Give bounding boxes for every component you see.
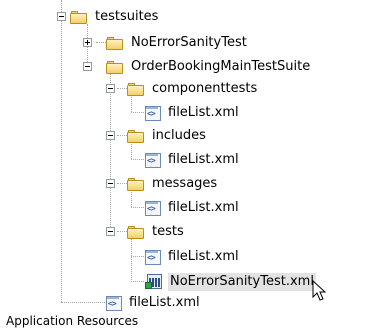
folder-icon [127,129,145,143]
tree-guide [131,237,132,282]
tree-item-file[interactable]: <> fileList.xml [145,247,241,267]
tree-item-order-booking-main-test-suite[interactable]: OrderBookingMainTestSuite [106,57,312,77]
tree-item-no-error-sanity-test[interactable]: NoErrorSanityTest [106,33,249,53]
collapse-toggle-icon[interactable] [106,227,115,236]
tree-guide [61,20,62,302]
tree-item-label: fileList.xml [168,152,239,167]
application-resources-header[interactable]: Application Resources [0,314,365,328]
collapse-toggle-icon[interactable] [106,179,115,188]
tree-item-componenttests[interactable]: componenttests [127,79,259,99]
tree-item-label: NoErrorSanityTest.xml [168,273,316,291]
tree-item-label: fileList.xml [129,295,200,310]
tree-item-file[interactable]: <> fileList.xml [145,150,241,170]
tree-guide [110,70,111,235]
folder-icon [106,36,124,50]
folder-icon [127,82,145,96]
tree-item-tests[interactable]: tests [127,222,186,242]
tree-guide [117,135,127,136]
tree-guide [131,112,144,113]
section-label: Application Resources [6,314,139,328]
tree-item-label: fileList.xml [168,105,239,120]
collapse-toggle-icon[interactable] [83,62,92,71]
mouse-cursor-icon [312,280,327,301]
xml-file-icon: <> [145,105,161,121]
folder-icon [127,177,145,191]
tree-item-label: NoErrorSanityTest [131,35,247,50]
xml-file-icon: <> [145,249,161,265]
tree-item-messages[interactable]: messages [127,174,219,194]
tree-item-file[interactable]: <> fileList.xml [106,293,202,313]
tree-item-testsuites[interactable]: testsuites [70,7,160,27]
tree-item-label: messages [152,176,218,191]
tree-guide [131,207,144,208]
tree-item-label: includes [152,128,206,143]
tree-guide [131,256,144,257]
tree-item-file[interactable]: <> fileList.xml [145,198,241,218]
tree-item-label: OrderBookingMainTestSuite [131,59,311,74]
tree-item-label: componenttests [152,81,258,96]
tree-item-includes[interactable]: includes [127,126,208,146]
xml-file-icon: <> [106,295,122,311]
tree-guide [117,88,127,89]
folder-icon [106,60,124,74]
tree-guide [96,42,106,43]
folder-icon [127,225,145,239]
tree-item-label: fileList.xml [168,249,239,264]
tree-guide [61,302,105,303]
tree-guide [117,183,127,184]
expand-toggle-icon[interactable] [83,38,92,47]
collapse-toggle-icon[interactable] [57,12,66,21]
collapse-toggle-icon[interactable] [106,84,115,93]
tree-guide [117,231,127,232]
collapse-toggle-icon[interactable] [106,131,115,140]
tree-item-label: fileList.xml [168,200,239,215]
tree-item-test-file-selected[interactable]: NoErrorSanityTest.xml [145,272,316,292]
tree-guide [131,159,144,160]
tree-item-file[interactable]: <> fileList.xml [145,103,241,123]
xml-file-icon: <> [145,152,161,168]
xml-file-icon: <> [145,200,161,216]
test-suite-file-icon [145,274,163,290]
tree-item-label: tests [152,224,184,239]
folder-icon [70,10,88,24]
tree-item-label: testsuites [95,9,159,24]
project-tree: testsuites NoErrorSanityTest OrderBookin… [0,0,365,314]
tree-guide [131,281,144,282]
